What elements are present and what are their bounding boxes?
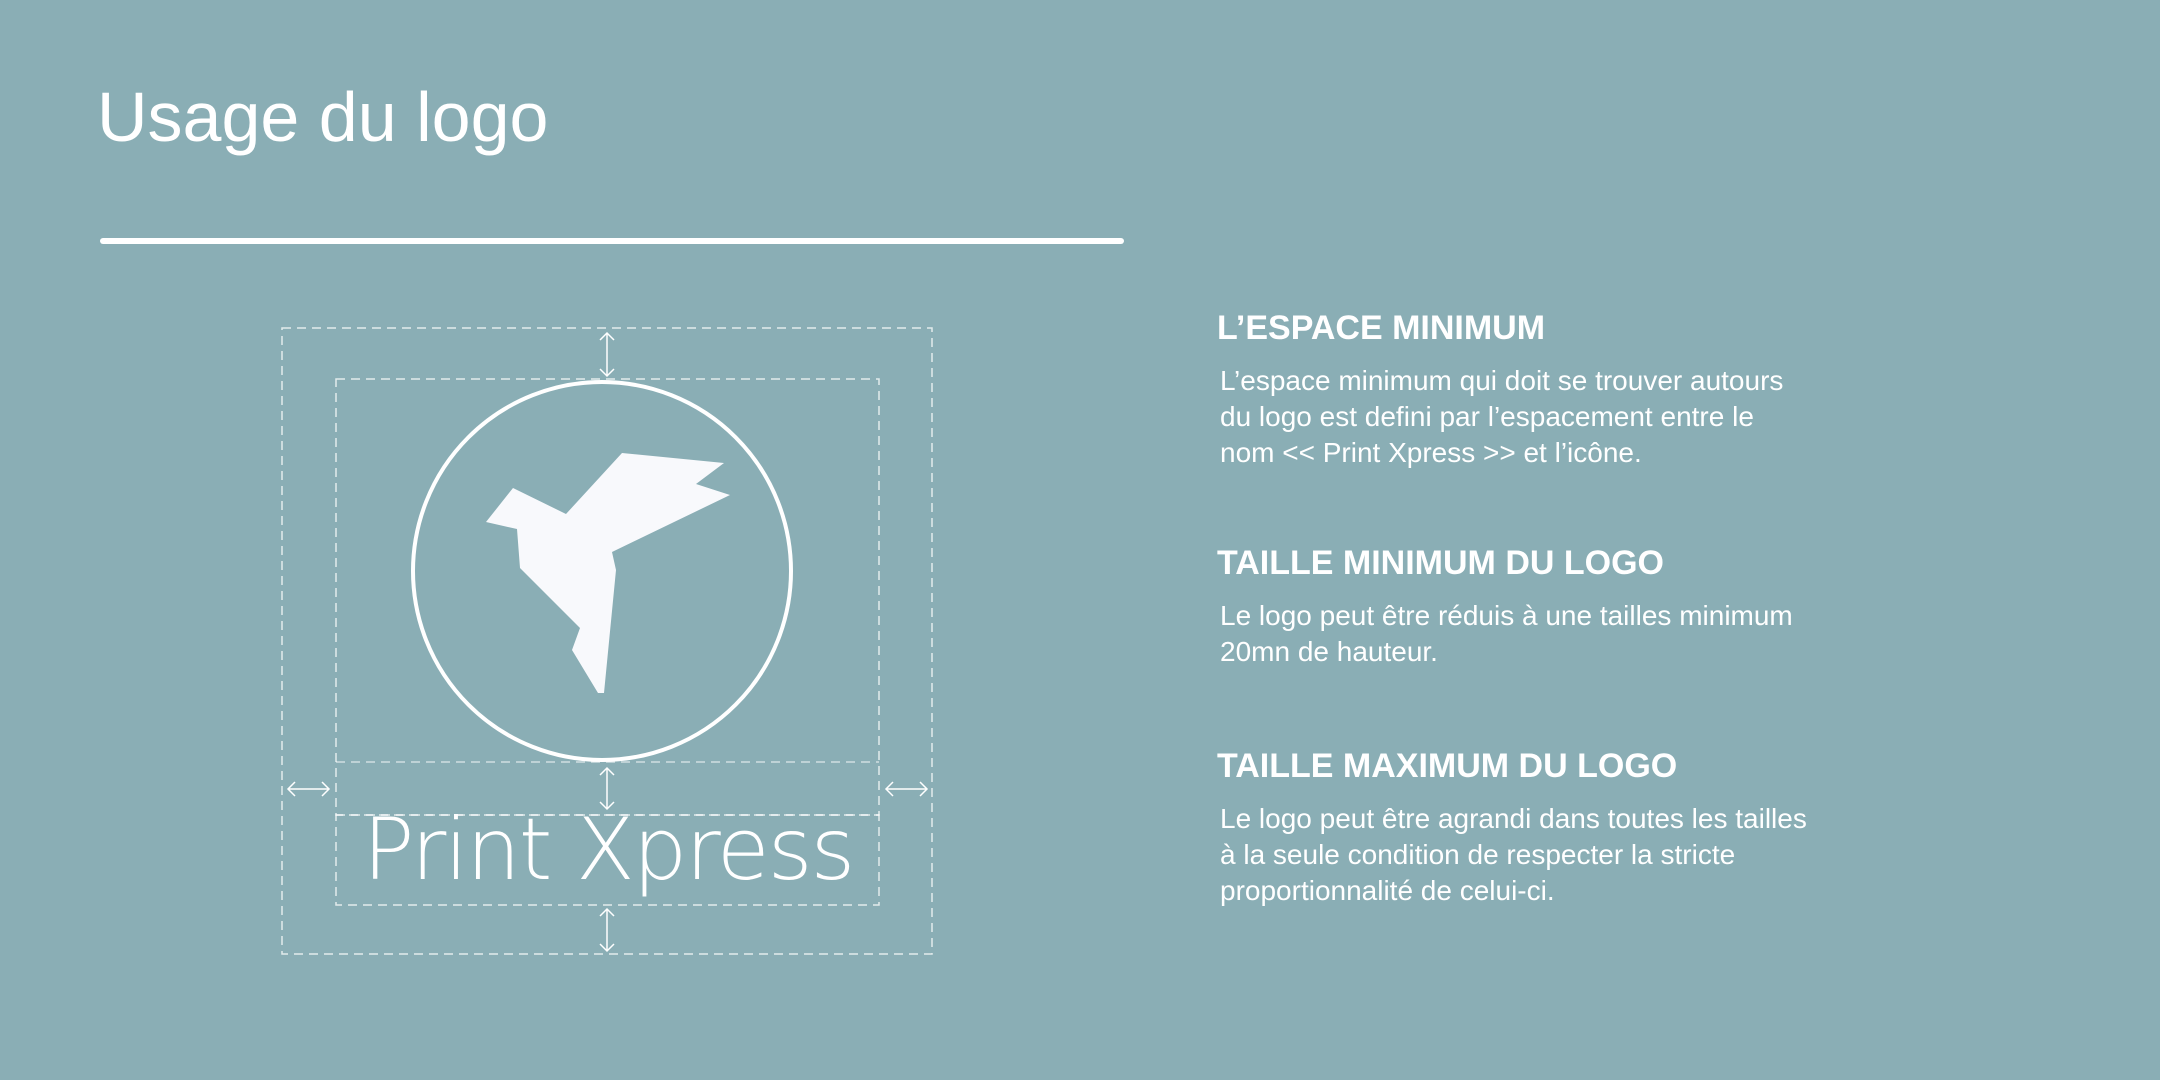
body-line: Le logo peut être réduis à une tailles m… bbox=[1220, 600, 1793, 631]
logo-circle bbox=[411, 380, 793, 762]
spacing-arrow-left bbox=[286, 781, 331, 797]
spacing-arrow-bottom bbox=[599, 907, 615, 953]
body-line: proportionnalité de celui-ci. bbox=[1220, 875, 1555, 906]
origami-bird-icon bbox=[486, 453, 730, 693]
section-minimum-space: L’ESPACE MINIMUM L’espace minimum qui do… bbox=[1217, 305, 1877, 471]
title-divider bbox=[100, 238, 1124, 244]
section-body: L’espace minimum qui doit se trouver aut… bbox=[1220, 363, 1877, 471]
page-title: Usage du logo bbox=[97, 78, 549, 156]
section-body: Le logo peut être réduis à une tailles m… bbox=[1220, 598, 1877, 670]
body-line: L’espace minimum qui doit se trouver aut… bbox=[1220, 365, 1784, 396]
section-heading: TAILLE MAXIMUM DU LOGO bbox=[1217, 747, 1678, 785]
section-maximum-size: TAILLE MAXIMUM DU LOGO Le logo peut être… bbox=[1217, 743, 1877, 909]
body-line: à la seule condition de respecter la str… bbox=[1220, 839, 1736, 870]
icon-bounding-box bbox=[335, 378, 880, 816]
section-minimum-size: TAILLE MINIMUM DU LOGO Le logo peut être… bbox=[1217, 540, 1877, 670]
section-heading: L’ESPACE MINIMUM bbox=[1217, 309, 1546, 347]
spacing-arrow-right bbox=[884, 781, 929, 797]
section-heading: TAILLE MINIMUM DU LOGO bbox=[1217, 544, 1664, 582]
body-line: 20mn de hauteur. bbox=[1220, 636, 1438, 667]
section-body: Le logo peut être agrandi dans toutes le… bbox=[1220, 801, 1877, 909]
spacing-arrow-top bbox=[599, 331, 615, 378]
brand-guideline-page: Usage du logo Print Xpress L’ESPACE MINI… bbox=[0, 0, 2160, 1080]
body-line: nom << Print Xpress >> et l’icône. bbox=[1220, 437, 1642, 468]
body-line: du logo est defini par l’espacement entr… bbox=[1220, 401, 1754, 432]
body-line: Le logo peut être agrandi dans toutes le… bbox=[1220, 803, 1807, 834]
logo-wordmark: Print Xpress bbox=[362, 800, 856, 900]
